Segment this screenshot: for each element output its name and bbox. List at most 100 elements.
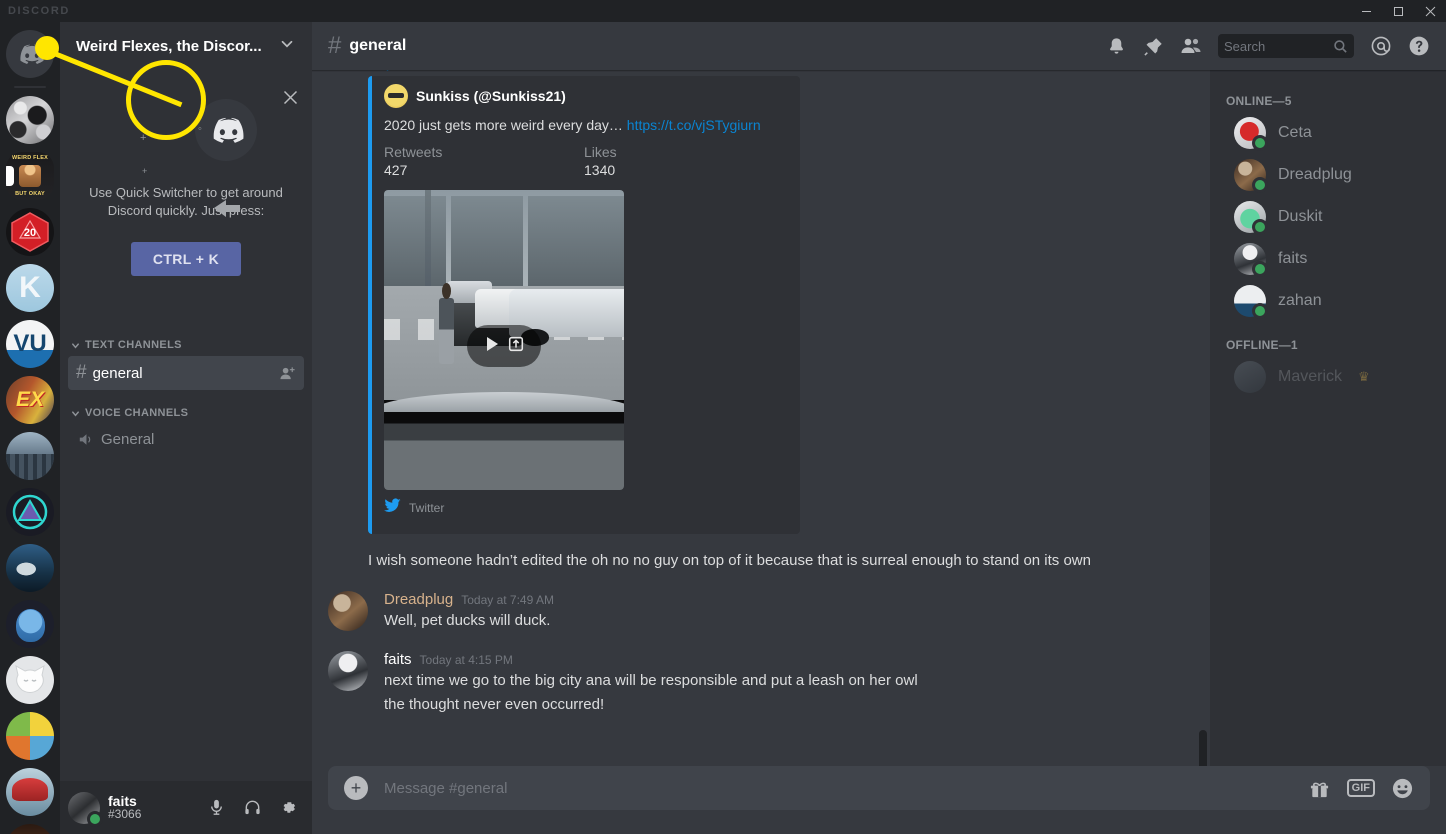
- minimize-button[interactable]: [1350, 0, 1382, 22]
- popout-icon[interactable]: [507, 335, 525, 358]
- member-item-ceta[interactable]: Ceta: [1218, 112, 1438, 154]
- server-icon-vu[interactable]: VU: [6, 320, 54, 368]
- svg-text:20: 20: [24, 227, 36, 239]
- server-icon-ex[interactable]: EX: [6, 376, 54, 424]
- server-glyph: EX: [15, 388, 44, 411]
- pin-icon[interactable]: [1143, 36, 1164, 57]
- message-input[interactable]: [384, 779, 1308, 797]
- member-item-faits[interactable]: faits: [1218, 238, 1438, 280]
- member-item-maverick[interactable]: Maverick ♛: [1218, 356, 1438, 398]
- maximize-button[interactable]: [1382, 0, 1414, 22]
- server-icon-blue-character[interactable]: [6, 600, 54, 648]
- members-icon[interactable]: [1180, 35, 1202, 57]
- category-voice-channels[interactable]: VOICE CHANNELS: [60, 391, 312, 423]
- avatar[interactable]: [68, 791, 103, 827]
- headphones-icon[interactable]: [236, 792, 268, 824]
- title-bar: DISCORD: [0, 0, 1446, 22]
- message-scroller[interactable]: https://twitter.com/i/status/12682462177…: [312, 70, 1210, 766]
- field-name: Retweets: [384, 144, 443, 160]
- embed-fields: Retweets 427 Likes 1340: [384, 144, 784, 178]
- channel-item-general[interactable]: # general: [68, 356, 304, 390]
- members-sidebar: ONLINE—5 Ceta Dreadplug Duskit faits zah…: [1210, 70, 1446, 766]
- server-icon-pie[interactable]: [6, 712, 54, 760]
- message-link-url[interactable]: https://twitter.com/i/status/12682462177…: [312, 70, 1210, 74]
- user-discriminator: #3066: [108, 806, 142, 821]
- gift-icon[interactable]: [1308, 777, 1331, 800]
- message-input-area: + GIF: [312, 766, 1446, 834]
- guild-name: Weird Flexes, the Discor...: [76, 37, 262, 55]
- gif-button[interactable]: GIF: [1346, 779, 1375, 797]
- server-icon-cat[interactable]: [6, 656, 54, 704]
- server-icon-weird-flexes[interactable]: WEIRD FLEX BUT OKAY: [6, 152, 54, 200]
- server-icon-d20[interactable]: 20: [6, 208, 54, 256]
- member-name: zahan: [1278, 292, 1322, 309]
- popup-illustration: ◦ + +: [60, 70, 312, 217]
- server-icon-teal[interactable]: [6, 488, 54, 536]
- rail-divider: [14, 86, 46, 88]
- server-icon-dark[interactable]: [6, 824, 54, 834]
- embed-author-name: Sunkiss (@Sunkiss21): [416, 88, 566, 104]
- notifications-bell-icon[interactable]: [1106, 36, 1127, 57]
- member-item-duskit[interactable]: Duskit: [1218, 196, 1438, 238]
- server-rail[interactable]: WEIRD FLEX BUT OKAY 20 K VU EX: [0, 22, 60, 834]
- search-box[interactable]: [1218, 34, 1354, 58]
- quick-switcher-shortcut-button[interactable]: CTRL + K: [130, 242, 242, 276]
- server-glyph: VU: [13, 330, 47, 357]
- channel-item-voice-general[interactable]: General: [68, 424, 304, 455]
- status-indicator-online: [1252, 177, 1268, 193]
- guild-header-button[interactable]: Weird Flexes, the Discor...: [60, 22, 312, 70]
- emoji-icon[interactable]: [1391, 777, 1414, 800]
- channel-header: # general: [312, 22, 1446, 70]
- member-name: Dreadplug: [1278, 166, 1352, 183]
- avatar[interactable]: [328, 591, 368, 631]
- message-author[interactable]: Dreadplug: [384, 591, 453, 608]
- server-icon-home[interactable]: [6, 30, 54, 78]
- member-item-dreadplug[interactable]: Dreadplug: [1218, 154, 1438, 196]
- field-value: 427: [384, 162, 408, 178]
- cursor-arrow-icon: [212, 198, 242, 229]
- app-body: WEIRD FLEX BUT OKAY 20 K VU EX Weird Fle…: [0, 22, 1446, 834]
- play-button[interactable]: [467, 325, 541, 367]
- message-author[interactable]: faits: [384, 651, 412, 668]
- avatar: [1234, 117, 1268, 151]
- server-icon-rock[interactable]: [6, 96, 54, 144]
- server-icon-k[interactable]: K: [6, 264, 54, 312]
- status-indicator-online: [1252, 219, 1268, 235]
- message-list: https://twitter.com/i/status/12682462177…: [312, 70, 1210, 766]
- message-input-box[interactable]: + GIF: [328, 766, 1430, 810]
- member-name: Duskit: [1278, 208, 1323, 225]
- gear-icon[interactable]: [272, 792, 304, 824]
- active-server-pill: [6, 166, 14, 186]
- server-label-top: WEIRD FLEX: [12, 155, 48, 161]
- server-icon-santa[interactable]: [6, 768, 54, 816]
- scene-dashboard: [384, 391, 624, 490]
- message-content: Dreadplug Today at 7:49 AM Well, pet duc…: [384, 591, 1162, 632]
- message-text: the thought never even occurred!: [384, 696, 605, 713]
- embed-author[interactable]: Sunkiss (@Sunkiss21): [384, 84, 784, 108]
- avatar: [384, 84, 408, 108]
- user-identity[interactable]: faits #3066: [108, 794, 142, 821]
- close-button[interactable]: [1414, 0, 1446, 22]
- add-member-icon[interactable]: [279, 365, 296, 382]
- embed-video-thumbnail[interactable]: [384, 190, 624, 490]
- search-input[interactable]: [1224, 38, 1333, 54]
- message-content: faits Today at 4:15 PM next time we go t…: [384, 651, 1162, 716]
- embed-description-link[interactable]: https://t.co/vjSTygiurn: [627, 117, 761, 133]
- mentions-icon[interactable]: [1370, 35, 1392, 57]
- microphone-icon[interactable]: [200, 792, 232, 824]
- avatar[interactable]: [328, 651, 368, 691]
- chevron-down-icon: [70, 408, 81, 419]
- category-label: TEXT CHANNELS: [85, 339, 182, 351]
- user-panel: faits #3066: [60, 781, 312, 834]
- category-text-channels[interactable]: TEXT CHANNELS: [60, 323, 312, 355]
- scrollbar-thumb[interactable]: [1199, 730, 1207, 766]
- help-icon[interactable]: [1408, 35, 1430, 57]
- message-continuation-text: I wish someone hadn’t edited the oh no n…: [368, 552, 1091, 569]
- chat-scrollbar[interactable]: [1199, 70, 1207, 766]
- channel-header-actions: [1106, 34, 1438, 58]
- server-icon-city[interactable]: [6, 432, 54, 480]
- member-name: Ceta: [1278, 124, 1312, 141]
- plus-icon[interactable]: +: [344, 776, 368, 800]
- member-item-zahan[interactable]: zahan: [1218, 280, 1438, 322]
- server-icon-bird[interactable]: [6, 544, 54, 592]
